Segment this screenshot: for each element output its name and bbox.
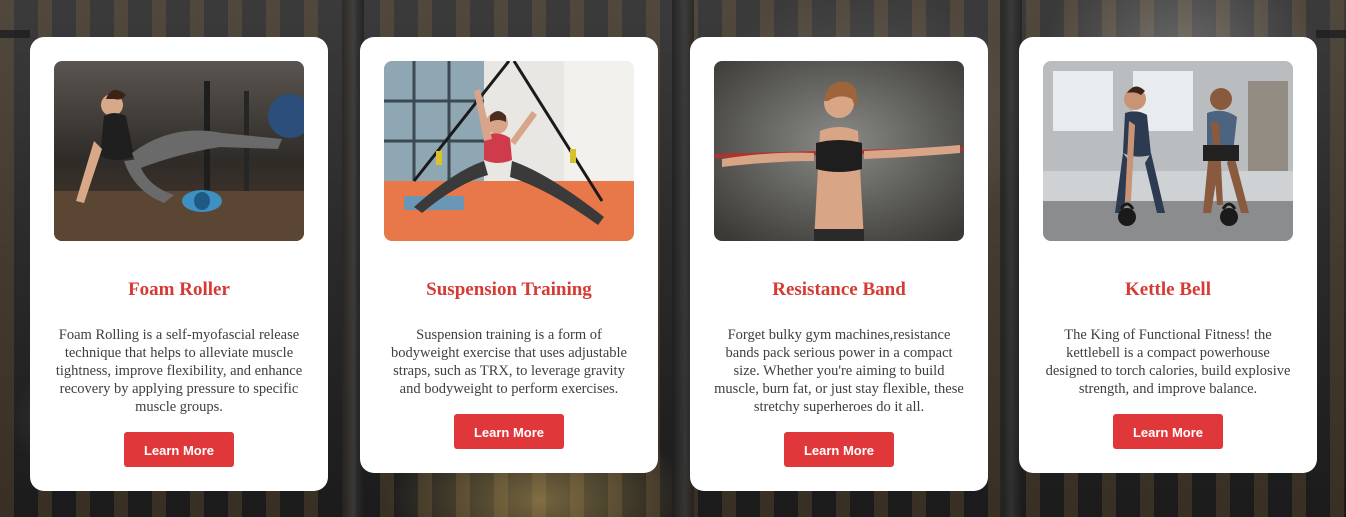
card-resistance-band: Resistance Band Forget bulky gym machine…	[690, 37, 988, 491]
resistance-band-image	[714, 61, 964, 241]
card-foam-roller: Foam Roller Foam Rolling is a self-myofa…	[30, 37, 328, 491]
card-description: The King of Functional Fitness! the kett…	[1045, 327, 1291, 397]
learn-more-button[interactable]: Learn More	[784, 432, 894, 467]
learn-more-button[interactable]: Learn More	[124, 432, 234, 467]
card-suspension-training: Suspension Training Suspension training …	[360, 37, 658, 473]
card-title: Resistance Band	[772, 279, 906, 300]
card-description: Suspension training is a form of bodywei…	[391, 327, 627, 397]
suspension-training-image	[384, 61, 634, 241]
equipment-cards: Foam Roller Foam Rolling is a self-myofa…	[0, 0, 1346, 517]
kettle-bell-image	[1043, 61, 1293, 241]
learn-more-button[interactable]: Learn More	[454, 414, 564, 449]
card-title: Kettle Bell	[1125, 279, 1211, 300]
foam-roller-image	[54, 61, 304, 241]
card-title: Suspension Training	[426, 279, 592, 300]
card-description: Forget bulky gym machines,resistance ban…	[714, 327, 964, 415]
learn-more-button[interactable]: Learn More	[1113, 414, 1223, 449]
card-kettle-bell: Kettle Bell The King of Functional Fitne…	[1019, 37, 1317, 473]
card-description: Foam Rolling is a self-myofascial releas…	[55, 327, 303, 415]
card-title: Foam Roller	[128, 279, 230, 300]
